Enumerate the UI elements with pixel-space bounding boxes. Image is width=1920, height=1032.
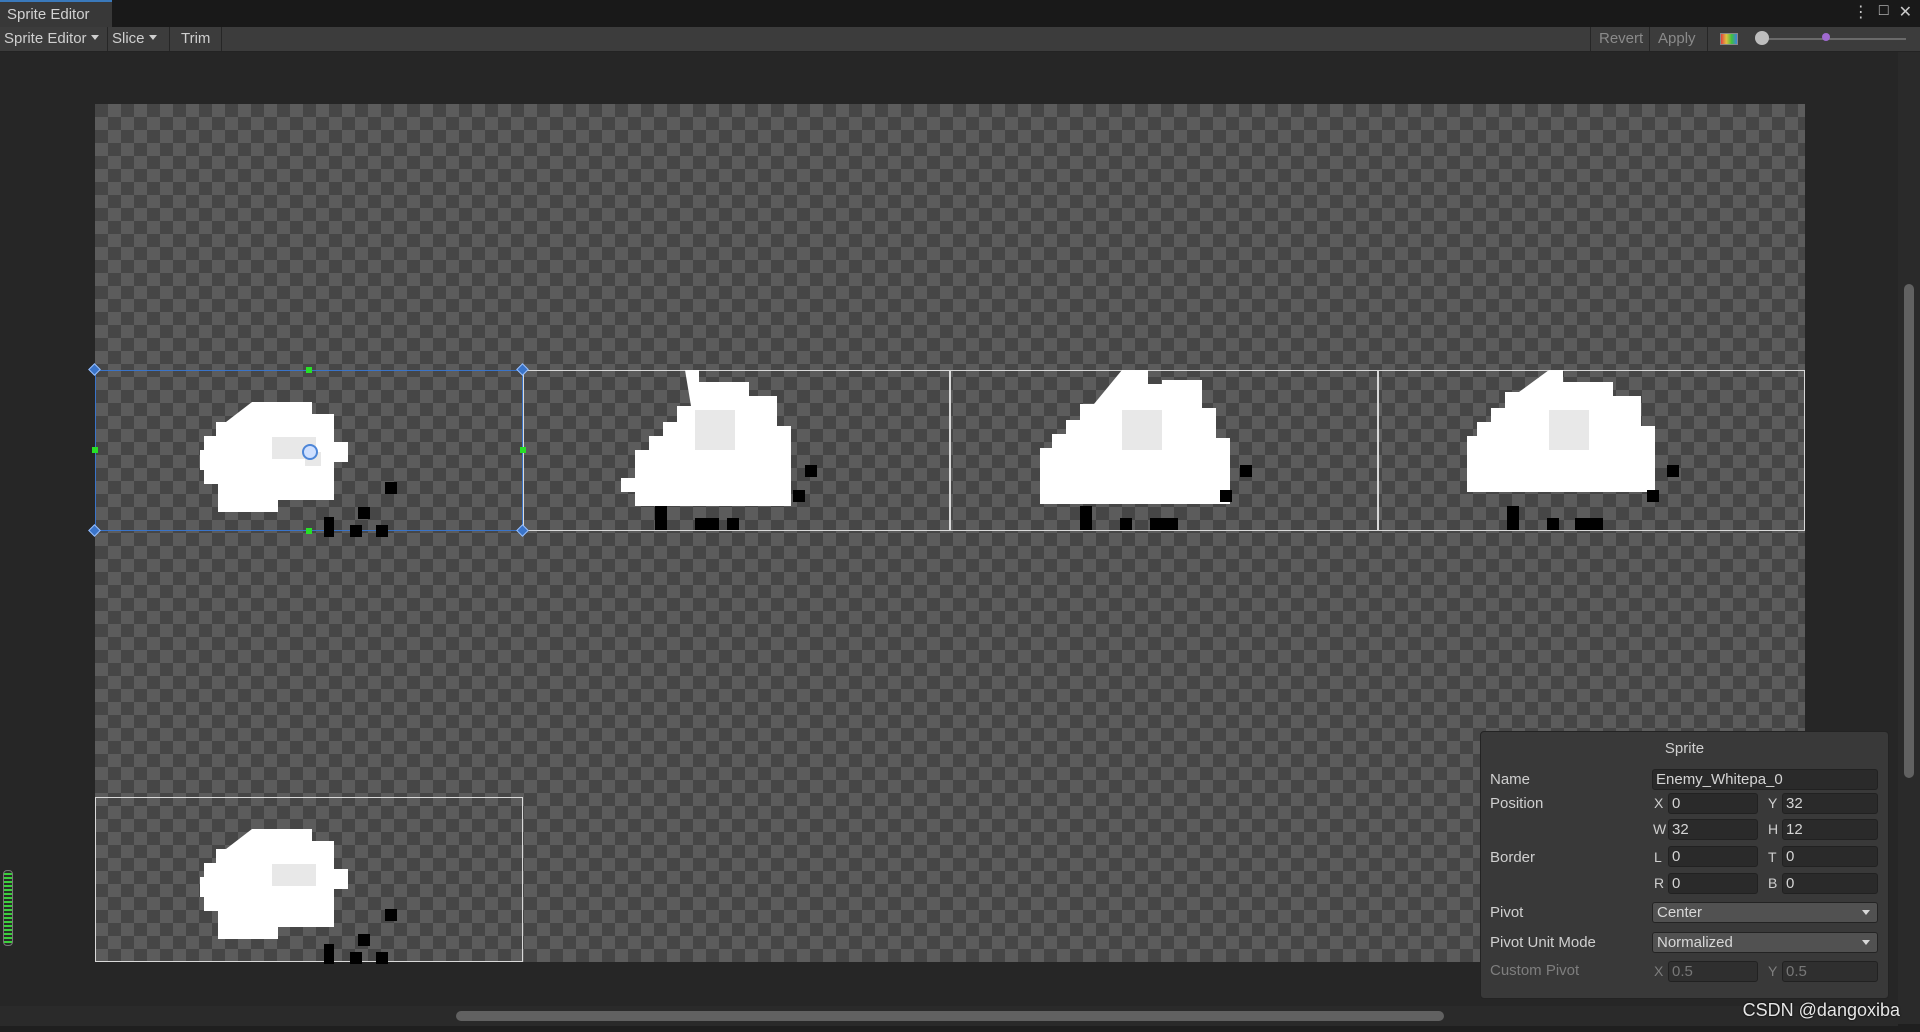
chevron-down-icon xyxy=(1862,940,1870,945)
w-axis-label: W xyxy=(1653,821,1667,837)
name-field[interactable]: Enemy_Whitepa_0 xyxy=(1652,769,1878,790)
custom-pivot-y-label: Y xyxy=(1768,963,1778,979)
r-axis-label: R xyxy=(1654,875,1665,891)
custom-pivot-x-label: X xyxy=(1654,963,1664,979)
border-t-field[interactable]: 0 xyxy=(1782,846,1878,867)
color-channel-icon[interactable] xyxy=(1720,33,1738,45)
border-label: Border xyxy=(1490,849,1536,866)
sprite-creature xyxy=(1467,370,1679,530)
position-x-field[interactable]: 0 xyxy=(1668,793,1758,814)
x-axis-label: X xyxy=(1654,795,1664,811)
chevron-down-icon xyxy=(148,35,157,41)
apply-label: Apply xyxy=(1658,30,1696,47)
revert-button[interactable]: Revert xyxy=(1590,27,1650,51)
sprite-creature xyxy=(200,829,397,964)
sprite-creature xyxy=(200,402,397,537)
name-label: Name xyxy=(1490,771,1531,788)
size-w-field[interactable]: 32 xyxy=(1668,819,1758,840)
sprite-inspector-panel: Sprite Name Enemy_Whitepa_0 Position X 0… xyxy=(1480,731,1889,999)
mode-dropdown-label: Sprite Editor xyxy=(4,30,87,47)
watermark-text: CSDN @dangoxiba xyxy=(1742,1000,1900,1020)
position-label: Position xyxy=(1490,795,1544,812)
mode-dropdown[interactable]: Sprite Editor xyxy=(0,27,108,51)
size-h-field[interactable]: 12 xyxy=(1782,819,1878,840)
t-axis-label: T xyxy=(1768,849,1777,865)
chevron-down-icon xyxy=(90,35,99,41)
sprite-creature xyxy=(1040,370,1252,530)
panel-title: Sprite xyxy=(1664,740,1705,757)
sprite-creature xyxy=(621,370,817,530)
pivot-dropdown[interactable]: Center xyxy=(1652,902,1878,923)
more-options-icon[interactable]: ⋮ xyxy=(1853,2,1869,22)
resize-handle-right[interactable] xyxy=(520,447,526,453)
maximize-icon[interactable]: □ xyxy=(1879,2,1889,22)
pivot-unit-mode-label: Pivot Unit Mode xyxy=(1490,934,1596,951)
vertical-scroll-thumb[interactable] xyxy=(1904,284,1914,778)
tab-sprite-editor[interactable]: Sprite Editor xyxy=(0,0,112,27)
trim-button[interactable]: Trim xyxy=(170,27,222,51)
b-axis-label: B xyxy=(1768,875,1778,891)
custom-pivot-y-field: 0.5 xyxy=(1782,961,1878,982)
pivot-unit-mode-dropdown[interactable]: Normalized xyxy=(1652,932,1878,953)
zoom-slider[interactable] xyxy=(1756,38,1906,40)
pivot-dropdown-value: Center xyxy=(1657,904,1703,921)
trim-label: Trim xyxy=(181,30,211,47)
l-axis-label: L xyxy=(1654,849,1662,865)
zoom-slider-handle[interactable] xyxy=(1755,31,1769,45)
position-y-field[interactable]: 32 xyxy=(1782,793,1878,814)
border-l-field[interactable]: 0 xyxy=(1668,846,1758,867)
slice-label: Slice xyxy=(112,30,145,47)
horizontal-scroll-thumb[interactable] xyxy=(456,1011,1444,1021)
resize-handle-bottom[interactable] xyxy=(306,528,312,534)
toolbar: Sprite Editor Slice Trim Revert Apply xyxy=(0,27,1920,52)
slice-dropdown[interactable]: Slice xyxy=(108,27,170,51)
resize-handle-top[interactable] xyxy=(306,367,312,373)
tab-title: Sprite Editor xyxy=(7,6,90,23)
mip-level-icon[interactable] xyxy=(1822,33,1830,41)
revert-label: Revert xyxy=(1599,30,1644,47)
border-r-field[interactable]: 0 xyxy=(1668,873,1758,894)
resize-handle-left[interactable] xyxy=(92,447,98,453)
custom-pivot-x-field: 0.5 xyxy=(1668,961,1758,982)
window-controls: ⋮ □ ✕ xyxy=(1853,2,1912,22)
pivot-handle-icon[interactable] xyxy=(302,444,318,460)
pivot-label: Pivot xyxy=(1490,904,1524,921)
close-icon[interactable]: ✕ xyxy=(1899,2,1912,22)
h-axis-label: H xyxy=(1768,821,1779,837)
apply-button[interactable]: Apply xyxy=(1650,27,1708,51)
chevron-down-icon xyxy=(1862,910,1870,915)
level-meter xyxy=(3,870,13,946)
custom-pivot-label: Custom Pivot xyxy=(1490,962,1580,979)
window-tab-strip xyxy=(0,0,1920,27)
pivot-unit-mode-value: Normalized xyxy=(1657,934,1733,951)
border-b-field[interactable]: 0 xyxy=(1782,873,1878,894)
y-axis-label: Y xyxy=(1768,795,1778,811)
